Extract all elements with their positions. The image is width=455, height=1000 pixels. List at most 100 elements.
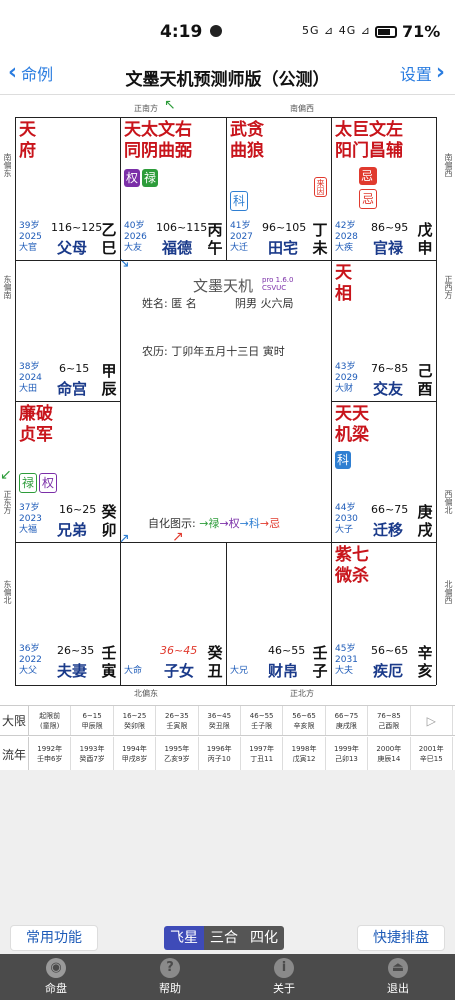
- settings-button[interactable]: 设置 ›: [400, 61, 445, 85]
- palace-hai[interactable]: 紫七 微杀 45岁 2031 大夫 56~65 疾厄 辛亥: [331, 542, 436, 685]
- palace-name: 疾厄: [373, 662, 404, 680]
- palace-range: 56~65: [371, 644, 409, 657]
- tab-exit[interactable]: ⏏ 退出: [368, 958, 428, 996]
- sihua-badge: 科: [335, 451, 352, 469]
- daxian-cell[interactable]: 36~45 癸丑限: [199, 706, 241, 735]
- sihua-badges: 科: [335, 451, 352, 469]
- direction-label: 南偏西: [290, 104, 314, 113]
- liunian-cell[interactable]: 2000年 庚辰14: [368, 737, 411, 771]
- palace-mao[interactable]: 廉破 贞军 禄 权 37岁 2023 大福 16~25 兄弟 癸卯: [15, 401, 120, 542]
- palace-range: 96~105: [262, 221, 307, 234]
- liunian-cell[interactable]: 1998年 戊寅12: [283, 737, 326, 771]
- info-icon: i: [274, 958, 294, 978]
- segment-feixing[interactable]: 飞星: [164, 926, 204, 950]
- page-title: 文墨天机预测师版（公测）: [125, 70, 330, 90]
- row-header: 流年: [0, 737, 29, 771]
- daxian-cell[interactable]: 46~55 壬子限: [241, 706, 284, 735]
- palace-chou[interactable]: 大命 36~45 子女 癸丑: [120, 542, 226, 685]
- palace-range: 106~115: [156, 221, 208, 234]
- ganzhi: 壬寅: [101, 644, 117, 680]
- direction-label: 正西方: [444, 275, 453, 299]
- quick-chart-button[interactable]: 快捷排盘: [357, 925, 445, 951]
- daxian-cell[interactable]: 16~25 癸卯限: [114, 706, 157, 735]
- palace-range: 36~45: [160, 644, 198, 657]
- palace-shen[interactable]: 太巨文左 阳门昌辅 忌 忌 42岁 2028 大疾 86~95 官禄 戊申: [331, 117, 436, 260]
- ganzhi: 庚戌: [417, 503, 433, 539]
- ganzhi: 癸丑: [207, 644, 223, 680]
- name-line: 姓名: 匿 名: [142, 297, 197, 310]
- nav-bar: ‹ 命例 文墨天机预测师版（公测） 设置 ›: [0, 55, 455, 95]
- palace-you[interactable]: 天相 43岁 2029 大财 76~85 交友 己酉: [331, 260, 436, 401]
- help-icon: ?: [160, 958, 180, 978]
- daxian-cell[interactable]: 76~85 己酉限: [368, 706, 411, 735]
- palace-name: 福德: [162, 239, 193, 257]
- segment-sanhe[interactable]: 三合: [204, 926, 244, 950]
- star-names: 紫七 微杀: [335, 545, 369, 586]
- daxian-table: 大限 起限前 (童限) 6~15 甲辰限 16~25 癸卯限 26~35 壬寅限 36~45 癸丑…: [0, 705, 455, 771]
- tab-help[interactable]: ? 帮助: [140, 958, 200, 996]
- liunian-cell[interactable]: 1997年 丁丑11: [241, 737, 284, 771]
- liunian-cell[interactable]: 1995年 乙亥9岁: [156, 737, 199, 771]
- common-functions-button[interactable]: 常用功能: [10, 925, 98, 951]
- daxian-cell[interactable]: 26~35 壬寅限: [156, 706, 199, 735]
- daxian-cell[interactable]: 起限前 (童限): [29, 706, 72, 735]
- status-bar: 4:19 5G ⊿ 4G ⊿ 71%: [0, 0, 455, 55]
- sihua-badge: 禄: [19, 473, 38, 493]
- daxian-next-arrow[interactable]: ▷: [411, 706, 453, 735]
- direction-label: 北偏东: [134, 689, 158, 698]
- settings-label: 设置: [399, 65, 432, 84]
- palace-chen[interactable]: 38岁 2024 大田 6~15 命宫 甲辰: [15, 260, 120, 401]
- palace-name: 兄弟: [57, 521, 88, 539]
- daxian-cell[interactable]: 6~15 甲辰限: [71, 706, 114, 735]
- palace-xu[interactable]: 天天 机梁 科 44岁 2030 大子 66~75 迁移 庚戌: [331, 401, 436, 542]
- sihua-badge: 权: [124, 169, 141, 187]
- mode-segmented-control: 飞星 三合 四化: [164, 926, 284, 950]
- battery-level: 71%: [402, 22, 441, 41]
- sihua-badges: 科: [230, 191, 249, 211]
- direction-label: 西偏北: [444, 490, 453, 514]
- palace-wu[interactable]: 天太文右 同阴曲弼 权 禄 40岁 2026 大友 106~115 福德 丙午: [120, 117, 226, 260]
- palace-zi[interactable]: 大兄 46~55 财帛 壬子: [226, 542, 331, 685]
- palace-name: 命宫: [57, 380, 88, 398]
- liunian-cell[interactable]: 1993年 癸酉7岁: [71, 737, 114, 771]
- version-label: pro 1.6.0 CSVUC: [262, 276, 294, 292]
- palace-range: 66~75: [371, 503, 409, 516]
- daxian-cell[interactable]: 66~75 庚戌限: [326, 706, 369, 735]
- palace-range: 76~85: [371, 362, 409, 375]
- palace-name: 子女: [164, 662, 195, 680]
- liunian-cell[interactable]: 1992年 壬申6岁: [29, 737, 72, 771]
- age-info: 大兄: [230, 666, 249, 676]
- tab-bar: ◉ 命盘 ? 帮助 i 关于 ⏏ 退出: [0, 954, 455, 1000]
- segment-sihua[interactable]: 四化: [244, 926, 284, 950]
- palace-name: 田宅: [268, 239, 299, 257]
- palace-name: 交友: [373, 380, 404, 398]
- direction-label: 东偏南: [3, 275, 12, 299]
- age-info: 37岁 2023 大福: [19, 503, 42, 535]
- chart-disc-icon: ◉: [46, 958, 66, 978]
- liunian-cell[interactable]: 1999年 己卯13: [326, 737, 369, 771]
- signal-icon: 5G ⊿ 4G ⊿: [302, 24, 371, 37]
- center-title: 文墨天机: [193, 277, 254, 295]
- tab-mingpan[interactable]: ◉ 命盘: [26, 958, 86, 996]
- lunar-date: 农历: 丁卯年五月十三日 寅时: [142, 345, 285, 358]
- liunian-cell[interactable]: 1996年 丙子10: [199, 737, 241, 771]
- ganzhi: 癸卯: [101, 503, 117, 539]
- tab-about[interactable]: i 关于: [254, 958, 314, 996]
- star-names: 太巨文左 阳门昌辅: [335, 120, 403, 161]
- direction-label: 南偏西: [444, 153, 453, 177]
- palace-wei[interactable]: 武贪 曲狼 科 来因 41岁 2027 大迁 96~105 田宅 丁未: [226, 117, 331, 260]
- sihua-badges: 忌 忌: [359, 167, 378, 209]
- tab-label: 关于: [273, 982, 295, 995]
- direction-label: 正北方: [290, 689, 314, 698]
- vertical-badge: 来因: [314, 177, 327, 197]
- liunian-cell[interactable]: 1994年 甲戌8岁: [114, 737, 157, 771]
- ganzhi: 壬子: [312, 644, 328, 680]
- palace-yin[interactable]: 36岁 2022 大父 26~35 夫妻 壬寅: [15, 542, 120, 685]
- sihua-badge: 权: [39, 473, 58, 493]
- palace-si[interactable]: 天府 39岁 2025 大官 116~125 父母 乙巳: [15, 117, 120, 260]
- liunian-cell[interactable]: 2001年 辛巳15: [411, 737, 453, 771]
- tab-label: 命盘: [45, 982, 67, 995]
- direction-label: 正南方: [134, 104, 158, 113]
- daxian-cell[interactable]: 56~65 辛亥限: [283, 706, 326, 735]
- star-names: 天天 机梁: [335, 404, 369, 445]
